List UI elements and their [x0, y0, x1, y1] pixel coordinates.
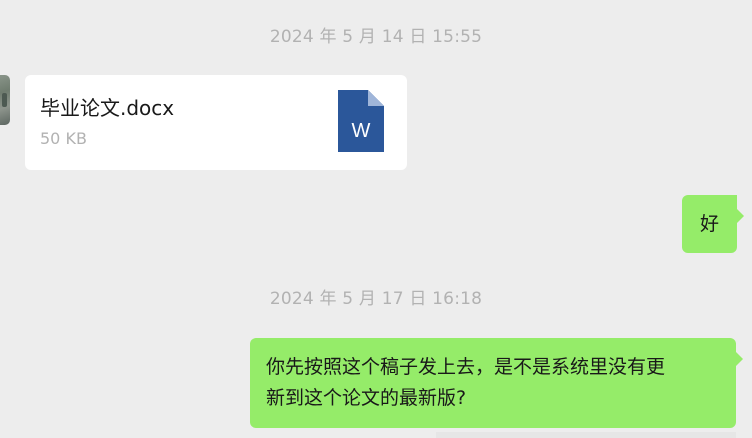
message-timestamp: 2024 年 5 月 17 日 16:18	[269, 289, 483, 309]
next-message-edge	[436, 432, 736, 438]
file-size: 50 KB	[40, 129, 87, 148]
file-name: 毕业论文.docx	[40, 96, 175, 120]
outgoing-message-bubble[interactable]: 好	[682, 195, 744, 253]
file-message-card[interactable]: 毕业论文.docx 50 KB W	[25, 75, 407, 170]
message-timestamp: 2024 年 5 月 14 日 15:55	[269, 27, 483, 47]
contact-avatar[interactable]	[0, 75, 10, 125]
outgoing-message-bubble[interactable]: 你先按照这个稿子发上去，是不是系统里没有更 新到这个论文的最新版?	[250, 338, 743, 428]
word-icon-letter: W	[352, 120, 371, 142]
word-document-icon: W	[338, 90, 384, 152]
